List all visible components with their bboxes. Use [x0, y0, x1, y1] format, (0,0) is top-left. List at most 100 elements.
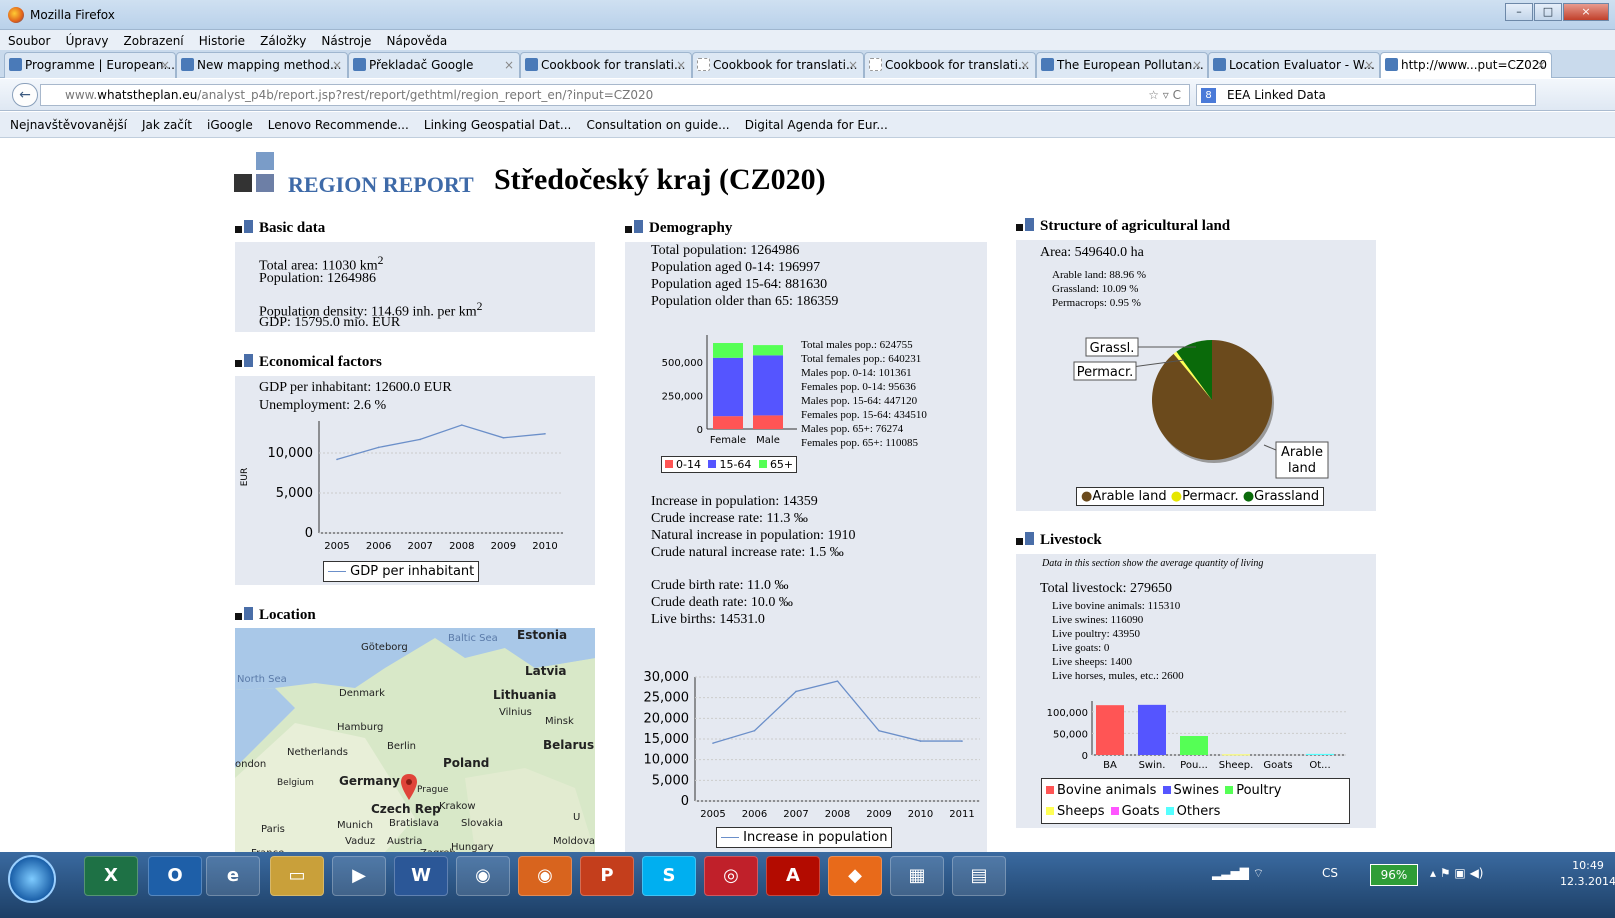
clock[interactable]: 10:49 12.3.2014: [1560, 858, 1615, 890]
bookmark-star-icon[interactable]: ☆ ▿ C: [1148, 85, 1181, 105]
bookmark-item[interactable]: Linking Geospatial Dat...: [424, 112, 571, 138]
y-tick-label: 0: [697, 425, 703, 436]
skype-icon[interactable]: S: [642, 856, 696, 896]
app-red-icon[interactable]: ◎: [704, 856, 758, 896]
legend-label: Swines: [1173, 783, 1220, 798]
tray-icons[interactable]: ▴ ⚑ ▣ ◀): [1430, 866, 1483, 880]
demography-line: Population older than 65: 186359: [651, 294, 839, 309]
url-bar[interactable]: www.whatstheplan.eu/analyst_p4b/report.j…: [40, 84, 1190, 106]
section-title: Structure of agricultural land: [1040, 218, 1231, 234]
agri-line: Grassland: 10.09 %: [1052, 283, 1139, 295]
section-title: Livestock: [1040, 532, 1102, 548]
word-icon[interactable]: W: [394, 856, 448, 896]
tab-close-icon[interactable]: ×: [1192, 53, 1202, 77]
tab-cookbook-2[interactable]: Cookbook for translati... ×: [692, 52, 864, 78]
clock-time: 10:49: [1572, 859, 1604, 872]
bookmark-item[interactable]: iGoogle: [207, 112, 253, 138]
url-path: /analyst_p4b/report.jsp?rest/report/geth…: [197, 88, 654, 102]
menu-upravy[interactable]: Úpravy: [66, 31, 109, 51]
menu-soubor[interactable]: Soubor: [8, 31, 50, 51]
task-manager-icon[interactable]: ▤: [952, 856, 1006, 896]
excel-icon[interactable]: X: [84, 856, 138, 896]
demography-line: Crude natural increase rate: 1.5 ‰: [651, 545, 844, 560]
acrobat-icon[interactable]: A: [766, 856, 820, 896]
tab-close-icon[interactable]: ×: [332, 53, 342, 77]
tab-close-icon[interactable]: ×: [1536, 53, 1546, 77]
battery-indicator[interactable]: 96%: [1370, 864, 1418, 886]
livestock-lines: Live bovine animals: 115310 Live swines:…: [1052, 599, 1184, 683]
back-button[interactable]: ←: [12, 83, 38, 107]
callout-grassland-text: Grassl.: [1090, 341, 1135, 356]
x-tick-label: Ot...: [1309, 760, 1330, 771]
firefox-taskbar-icon[interactable]: ◉: [518, 856, 572, 896]
tab-region-report[interactable]: http://www...put=CZ020 ×: [1380, 52, 1552, 78]
tab-google-translate[interactable]: Překladač Google ×: [348, 52, 520, 78]
tab-close-icon[interactable]: ×: [1020, 53, 1030, 77]
tab-close-icon[interactable]: ×: [848, 53, 858, 77]
maximize-button[interactable]: □: [1534, 3, 1562, 21]
navigation-bar: ← www.whatstheplan.eu/analyst_p4b/report…: [0, 79, 1615, 111]
bookmark-item[interactable]: Nejnavštěvovanější: [10, 112, 127, 138]
gdp-per-inhabitant: GDP per inhabitant: 12600.0 EUR: [259, 380, 452, 395]
tab-close-icon[interactable]: ×: [676, 53, 686, 77]
start-button-icon[interactable]: [8, 855, 56, 903]
bar-segment: [753, 345, 783, 356]
tab-close-icon[interactable]: ×: [1364, 53, 1374, 77]
chrome-icon[interactable]: ◉: [456, 856, 510, 896]
y-tick-label: 30,000: [644, 670, 690, 685]
menu-zobrazeni[interactable]: Zobrazení: [124, 31, 184, 51]
menu-historie[interactable]: Historie: [199, 31, 245, 51]
bookmark-item[interactable]: Consultation on guide...: [586, 112, 729, 138]
signal-icon[interactable]: ▂▃▅▇ ⌔: [1212, 866, 1264, 881]
map-label: North Sea: [237, 674, 287, 685]
language-indicator[interactable]: CS: [1322, 866, 1338, 880]
tab-mapping[interactable]: New mapping method... ×: [176, 52, 348, 78]
x-tick-label: 2006: [742, 809, 767, 820]
bookmark-item[interactable]: Jak začít: [142, 112, 192, 138]
search-engine-icon[interactable]: 8: [1201, 88, 1216, 103]
map-label: Munich: [337, 820, 373, 831]
close-button[interactable]: ×: [1563, 3, 1609, 21]
demography-lines: Total population: 1264986 Population age…: [651, 242, 838, 310]
tab-favicon-icon: [525, 58, 538, 71]
tab-cookbook-1[interactable]: Cookbook for translati... ×: [520, 52, 692, 78]
x-tick-label: 2011: [949, 809, 974, 820]
section-marker-icon: [625, 220, 645, 236]
tab-location-evaluator[interactable]: Location Evaluator - W... ×: [1208, 52, 1380, 78]
internet-explorer-icon[interactable]: e: [206, 856, 260, 896]
section-marker-icon: [1016, 532, 1036, 548]
app-orange-icon[interactable]: ◆: [828, 856, 882, 896]
y-tick-label: 0: [681, 794, 689, 809]
tab-programme[interactable]: Programme | European... ×: [4, 52, 176, 78]
stat-line: Females pop. 0-14: 95636: [801, 381, 916, 393]
location-map[interactable]: Baltic Sea Estonia Göteborg North Sea Latvia…: [235, 628, 595, 852]
legend-swatch-icon: [1165, 807, 1174, 815]
data-point: [461, 424, 463, 426]
tab-label: http://www...put=CZ020: [1401, 58, 1548, 72]
location-pin-icon[interactable]: [401, 774, 417, 800]
agri-lines: Arable land: 88.96 % Grassland: 10.09 % …: [1052, 268, 1146, 310]
menu-napoveda[interactable]: Nápověda: [387, 31, 448, 51]
outlook-icon[interactable]: O: [148, 856, 202, 896]
powerpoint-icon[interactable]: P: [580, 856, 634, 896]
minimize-button[interactable]: –: [1505, 3, 1533, 21]
area-unit-sup: 2: [377, 254, 384, 267]
data-point: [919, 740, 922, 742]
explorer-folder-icon[interactable]: ▭: [270, 856, 324, 896]
bookmark-item[interactable]: Lenovo Recommende...: [268, 112, 409, 138]
unemployment: Unemployment: 2.6 %: [259, 398, 387, 413]
tab-close-icon[interactable]: ×: [160, 53, 170, 77]
tab-close-icon[interactable]: ×: [504, 53, 514, 77]
control-panel-icon[interactable]: ▦: [890, 856, 944, 896]
search-bar[interactable]: 8 EEA Linked Data: [1196, 84, 1536, 106]
menu-zalozky[interactable]: Záložky: [260, 31, 306, 51]
media-player-icon[interactable]: ▶: [332, 856, 386, 896]
map-label: Latvia: [525, 664, 567, 678]
tab-pollutant[interactable]: The European Pollutan... ×: [1036, 52, 1208, 78]
bookmark-item[interactable]: Digital Agenda for Eur...: [745, 112, 888, 138]
agri-line: Arable land: 88.96 %: [1052, 269, 1147, 281]
map-label: Denmark: [339, 688, 385, 699]
section-marker-icon: [235, 220, 255, 236]
tab-cookbook-3[interactable]: Cookbook for translati... ×: [864, 52, 1036, 78]
menu-nastroje[interactable]: Nástroje: [321, 31, 371, 51]
